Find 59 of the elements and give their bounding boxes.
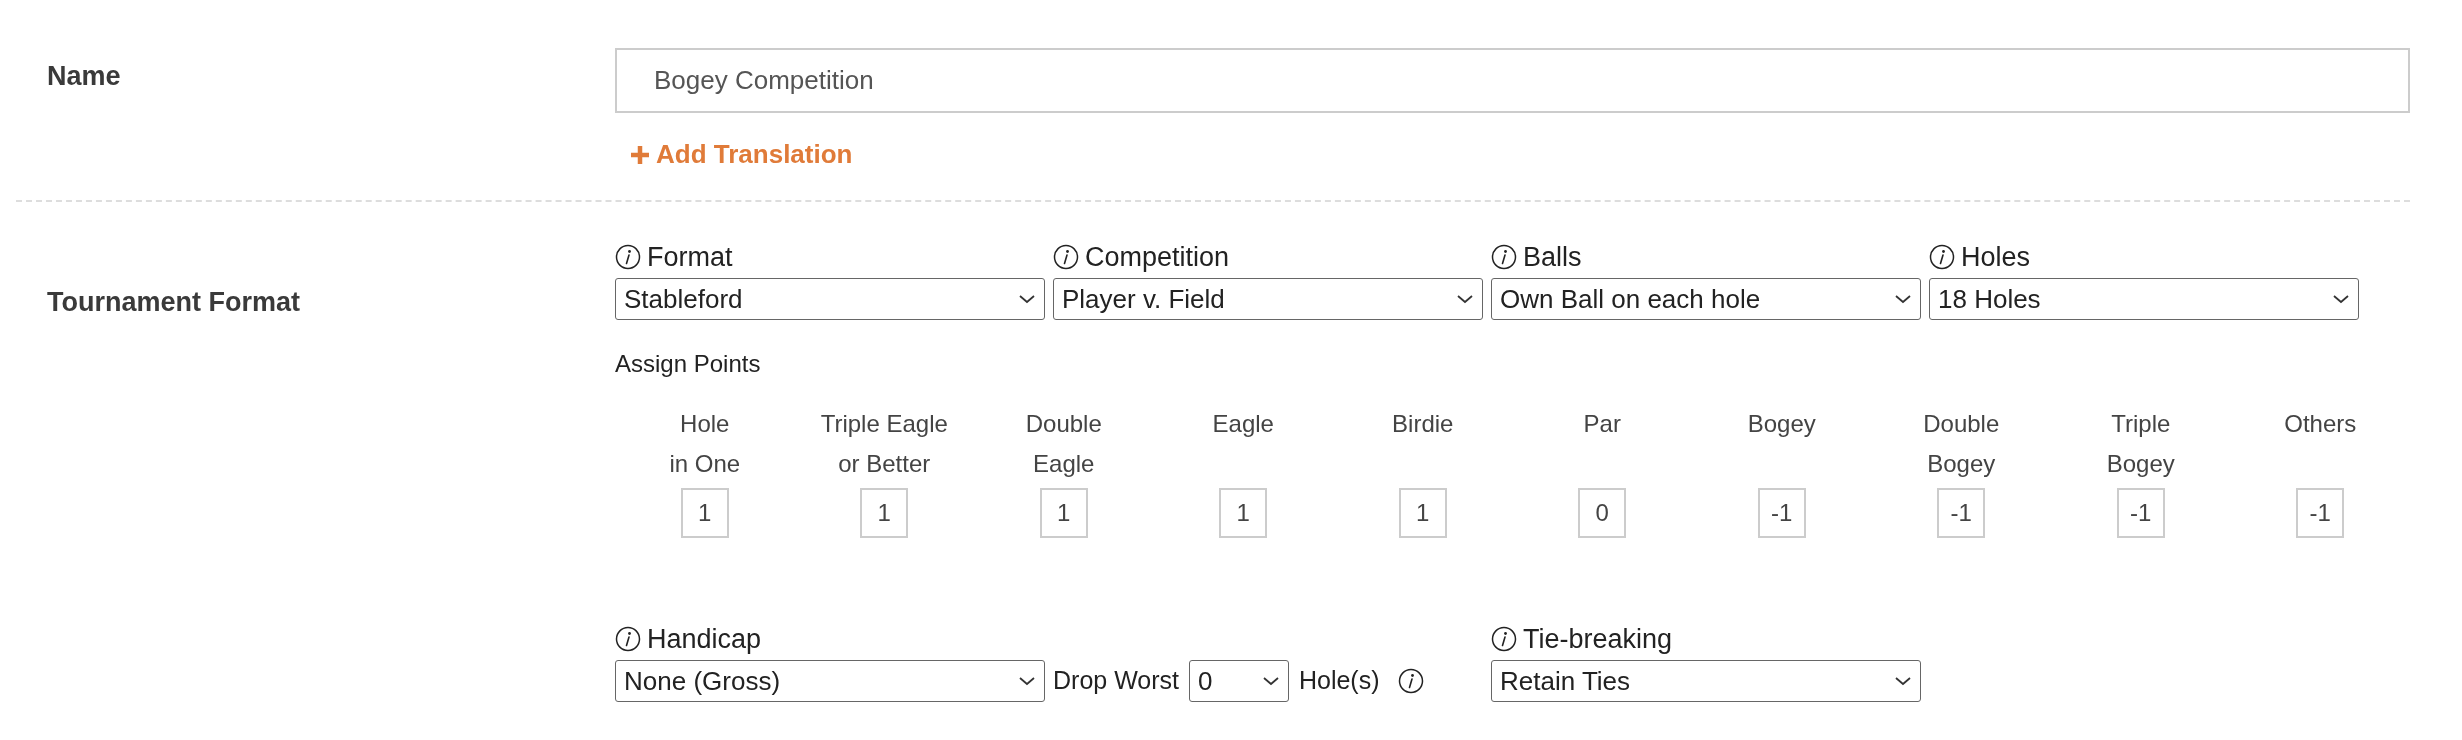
points-column-label: Double — [1923, 409, 2000, 439]
points-input[interactable]: -1 — [2296, 488, 2345, 538]
info-icon[interactable] — [615, 626, 641, 652]
dropdown-select[interactable]: Player v. Field — [1053, 278, 1483, 320]
chevron-icon — [1018, 676, 1036, 686]
field-label: Balls — [1523, 240, 1582, 274]
points-input[interactable]: 0 — [1578, 488, 1627, 538]
chevron-icon — [2332, 294, 2350, 304]
chevron-icon — [1261, 676, 1280, 686]
field-label: Handicap — [647, 622, 762, 656]
points-input[interactable]: 1 — [680, 488, 729, 538]
points-input[interactable]: 1 — [1219, 488, 1268, 538]
points-column-label: Double — [1025, 409, 1102, 439]
points-column-label: in One — [669, 449, 741, 479]
chevron-icon — [1018, 294, 1036, 304]
points-input[interactable]: -1 — [1937, 488, 1986, 538]
field-label: Format — [647, 240, 733, 274]
dropdown-select[interactable]: Own Ball on each hole — [1491, 278, 1921, 320]
name-input[interactable]: Bogey Competition — [615, 48, 2410, 113]
points-input[interactable]: -1 — [2116, 488, 2165, 538]
points-input[interactable]: 1 — [860, 488, 909, 538]
dropdown-select[interactable]: Stableford — [615, 278, 1045, 320]
dropdown-select[interactable]: 18 Holes — [1929, 278, 2359, 320]
points-column-label: Eagle — [1212, 409, 1274, 439]
info-icon[interactable] — [1929, 244, 1955, 270]
info-icon[interactable] — [1053, 244, 1079, 270]
info-icon[interactable] — [1397, 668, 1424, 694]
holes-label: Hole(s) — [1298, 665, 1380, 697]
chevron-icon — [1894, 676, 1912, 686]
section-label: Name — [47, 61, 121, 91]
field-label: Tie-breaking — [1523, 622, 1673, 656]
points-input[interactable]: 1 — [1398, 488, 1447, 538]
info-icon[interactable] — [1491, 626, 1517, 652]
points-column-label: or Better — [838, 449, 931, 479]
dropdown-select[interactable]: None (Gross) — [615, 660, 1045, 702]
drop-worst-select[interactable]: 0 — [1188, 660, 1289, 702]
points-column-label: Bogey — [1927, 449, 1996, 479]
dropdown-select[interactable]: Retain Ties — [1491, 660, 1921, 702]
points-column-label: Triple — [2111, 409, 2171, 439]
assign-points-label: Assign Points — [615, 349, 762, 379]
points-column-label: Eagle — [1033, 449, 1095, 479]
points-column-label: Birdie — [1392, 409, 1454, 439]
points-column-label: Bogey — [2106, 449, 2175, 479]
points-input[interactable]: -1 — [1757, 488, 1806, 538]
field-label: Competition — [1085, 240, 1230, 274]
points-input[interactable]: 1 — [1039, 488, 1088, 538]
points-column-label: Hole — [680, 409, 730, 439]
points-column-label: Par — [1583, 409, 1621, 439]
chevron-icon — [1456, 294, 1474, 304]
points-column-label: Triple Eagle — [820, 409, 948, 439]
section-label: Tournament Format — [47, 287, 300, 317]
drop-worst-label: Drop Worst — [1053, 665, 1179, 697]
chevron-icon — [1894, 294, 1912, 304]
info-icon[interactable] — [615, 244, 641, 270]
field-label: Holes — [1961, 240, 2031, 274]
info-icon[interactable] — [1491, 244, 1517, 270]
plus-icon — [630, 144, 650, 165]
points-column-label: Bogey — [1747, 409, 1816, 439]
points-column-label: Others — [2284, 409, 2357, 439]
